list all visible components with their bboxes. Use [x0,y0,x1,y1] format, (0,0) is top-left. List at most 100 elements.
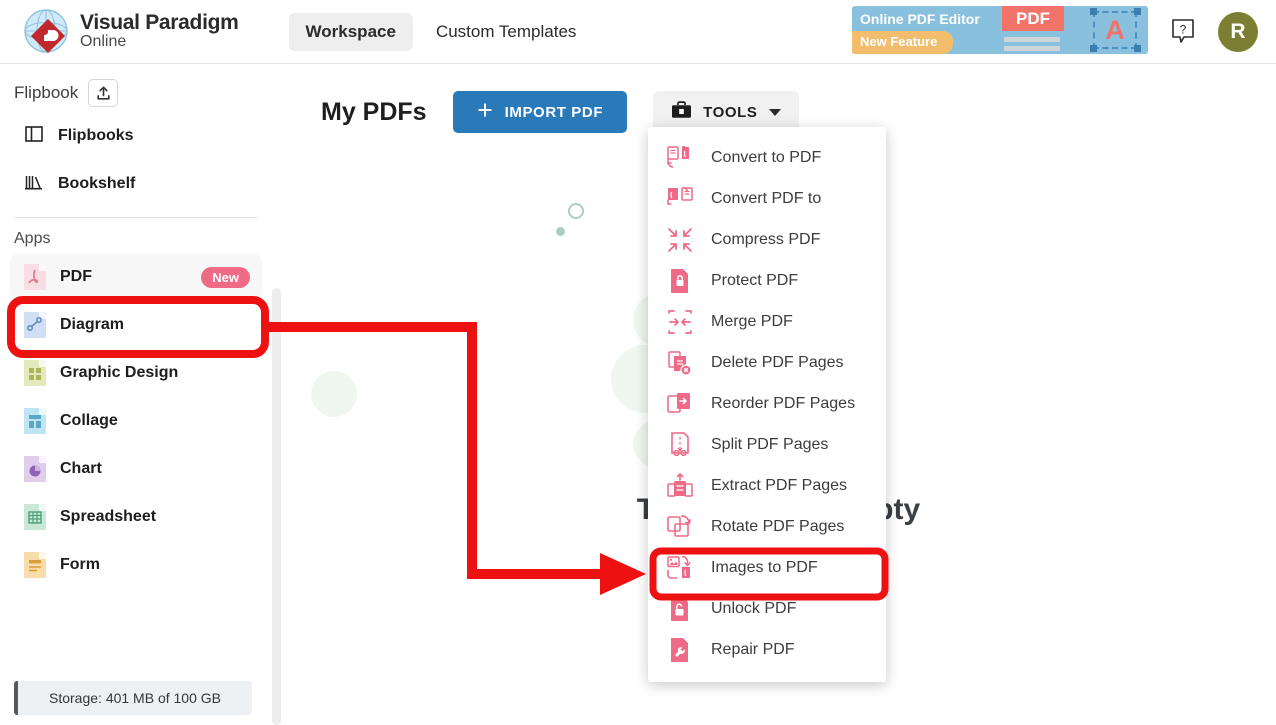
diagram-file-icon [24,312,46,338]
menu-item-compress-pdf[interactable]: Compress PDF [648,219,886,260]
spreadsheet-file-icon [24,504,46,530]
tab-workspace[interactable]: Workspace [288,12,413,51]
promo-handle-bl [1090,45,1097,52]
menu-item-label: Unlock PDF [711,599,797,617]
menu-item-label: Delete PDF Pages [711,353,844,371]
import-pdf-button[interactable]: IMPORT PDF [452,91,628,133]
status-badge-new: New [201,266,250,288]
sidebar-item-label: Chart [60,460,102,477]
chart-file-icon [24,456,46,482]
import-pdf-label: IMPORT PDF [504,103,604,121]
svg-text:?: ? [1180,23,1187,37]
delete-pdf-pages-icon [666,349,694,377]
brand-name-line2: Online [80,33,127,51]
menu-item-label: Images to PDF [711,558,818,576]
plus-icon [477,102,493,122]
menu-item-label: Convert to PDF [711,148,822,166]
help-question-icon[interactable]: ? [1170,18,1196,51]
menu-item-convert-pdf-to[interactable]: Convert PDF to [648,178,886,219]
promo-pdf-label: PDF [1002,6,1064,31]
promo-text-block: Online PDF Editor New Feature [852,6,1002,54]
promo-badge: New Feature [852,31,954,54]
tools-dropdown-menu: Convert to PDF Convert PDF to Compress P… [648,127,886,682]
pdf-file-icon [24,264,46,290]
sidebar-item-spreadsheet[interactable]: Spreadsheet [10,494,262,540]
sidebar-section-flipbook: Flipbook [0,65,272,111]
globe-diamond-logo-icon [20,6,72,58]
images-to-pdf-icon [666,554,694,582]
menu-item-label: Extract PDF Pages [711,476,848,494]
menu-item-delete-pdf-pages[interactable]: Delete PDF Pages [648,342,886,383]
sidebar-item-label: PDF [60,268,92,285]
promo-banner-online-pdf-editor[interactable]: Online PDF Editor New Feature PDF A [852,6,1148,54]
menu-item-merge-pdf[interactable]: Merge PDF [648,301,886,342]
menu-item-label: Convert PDF to [711,189,822,207]
upload-icon[interactable] [88,79,119,107]
sidebar-item-diagram[interactable]: Diagram [10,302,262,348]
menu-item-extract-pdf-pages[interactable]: Extract PDF Pages [648,465,886,506]
sidebar-item-label: Form [60,556,100,573]
menu-item-protect-pdf[interactable]: Protect PDF [648,260,886,301]
sidebar-flipbook-title: Flipbook [14,83,79,102]
promo-badge-label: New Feature [860,34,938,49]
convert-to-pdf-icon [666,144,694,172]
sidebar-item-label: Spreadsheet [60,508,157,525]
protect-pdf-icon [666,267,694,295]
menu-item-label: Merge PDF [711,312,793,330]
page-title: My PDFs [321,97,427,126]
promo-thumb-doc: PDF [1002,6,1087,54]
merge-pdf-icon [666,308,694,336]
sidebar-scrollbar[interactable] [272,288,281,725]
tab-custom-templates[interactable]: Custom Templates [419,13,593,51]
sidebar-item-flipbooks[interactable]: Flipbooks [10,113,262,159]
toolbox-icon [671,100,692,124]
sidebar-item-graphic-design[interactable]: Graphic Design [10,350,262,396]
promo-handle-tr [1134,8,1141,15]
sidebar-item-pdf[interactable]: PDF New [10,254,262,300]
menu-item-label: Repair PDF [711,640,795,658]
brand-logo[interactable]: Visual Paradigm Online [20,6,239,58]
decor-blob-4 [311,371,357,417]
sidebar-item-bookshelf[interactable]: Bookshelf [10,161,262,207]
menu-item-images-to-pdf[interactable]: Images to PDF [648,547,886,588]
sidebar-item-label: Collage [60,412,118,429]
rotate-pdf-pages-icon [666,513,694,541]
main-tabs: Workspace Custom Templates [288,12,594,51]
sidebar-item-label: Bookshelf [58,175,136,192]
promo-line-2 [1004,46,1060,51]
promo-handle-br [1134,45,1141,52]
sidebar-apps-title: Apps [14,230,51,247]
menu-item-label: Rotate PDF Pages [711,517,845,535]
sidebar-item-form[interactable]: Form [10,542,262,588]
menu-item-label: Reorder PDF Pages [711,394,856,412]
left-sidebar: Flipbook Flipbooks Bookshelf Apps PDF Ne… [0,65,272,725]
repair-pdf-icon [666,636,694,664]
user-avatar[interactable]: R [1218,12,1258,52]
menu-item-split-pdf-pages[interactable]: Split PDF Pages [648,424,886,465]
menu-item-unlock-pdf[interactable]: Unlock PDF [648,588,886,629]
chevron-down-icon [768,108,781,116]
graphic-design-file-icon [24,360,46,386]
unlock-pdf-icon [666,595,694,623]
brand-name-line1: Visual Paradigm [80,11,239,35]
sidebar-item-collage[interactable]: Collage [10,398,262,444]
top-navigation-bar: Visual Paradigm Online Workspace Custom … [0,0,1276,64]
menu-item-repair-pdf[interactable]: Repair PDF [648,629,886,670]
menu-item-label: Protect PDF [711,271,799,289]
menu-item-convert-to-pdf[interactable]: Convert to PDF [648,137,886,178]
convert-pdf-to-icon [666,185,694,213]
extract-pdf-pages-icon [666,472,694,500]
promo-handle-tl [1090,8,1097,15]
menu-item-rotate-pdf-pages[interactable]: Rotate PDF Pages [648,506,886,547]
form-file-icon [24,552,46,578]
sidebar-item-label: Flipbooks [58,127,134,144]
split-pdf-pages-icon [666,431,694,459]
promo-selection-box: A [1093,11,1137,49]
collage-file-icon [24,408,46,434]
sidebar-item-chart[interactable]: Chart [10,446,262,492]
promo-letter-a: A [1105,14,1125,45]
promo-thumb-letter-box: A [1087,6,1148,54]
menu-item-reorder-pdf-pages[interactable]: Reorder PDF Pages [648,383,886,424]
sidebar-item-label: Diagram [60,316,125,333]
storage-indicator: Storage: 401 MB of 100 GB [14,681,252,715]
